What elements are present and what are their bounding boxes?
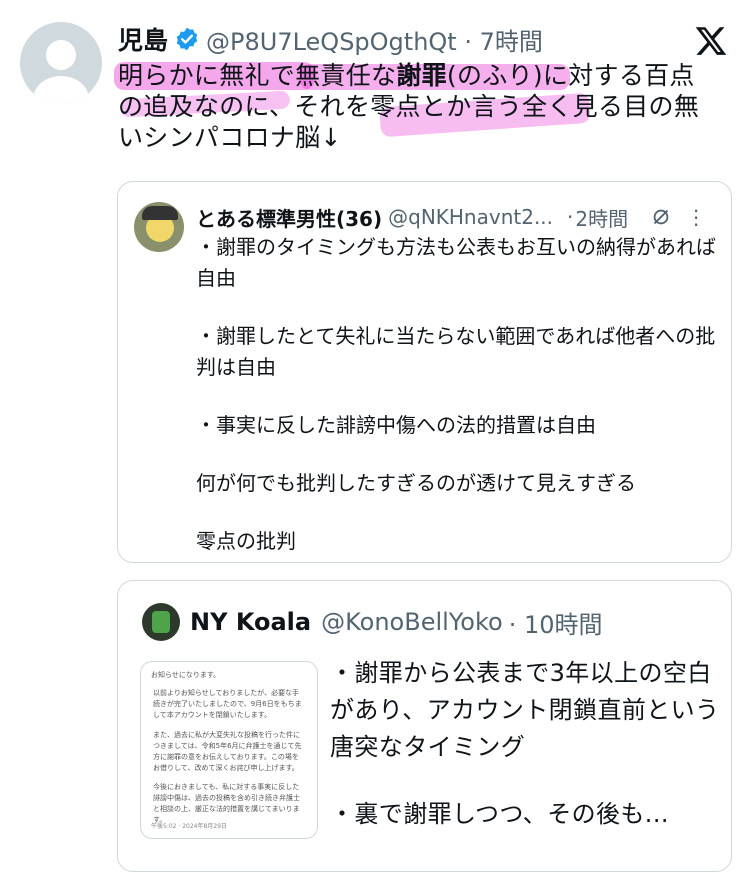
quote2-text: ・謝罪から公表まで3年以上の空白があり、アカウント閉鎖直前という唐突なタイミング…: [330, 655, 720, 833]
tweet-text-line: 明らかに無礼で無責任な謝罪(のふり)に対する百点: [118, 61, 695, 90]
author-avatar[interactable]: [20, 22, 102, 104]
quote2-time[interactable]: · 10時間: [509, 605, 603, 640]
quote2-author-name[interactable]: NY Koala: [190, 608, 311, 636]
tweet-header: 児島 @P8U7LeQSpOgthQt · 7時間: [118, 20, 690, 58]
quote1-paragraph: ・謝罪したとて失礼に当たらない範囲であれば他者への批判は自由: [196, 324, 716, 379]
author-handle-time[interactable]: @P8U7LeQSpOgthQt · 7時間: [206, 22, 543, 57]
quote1-paragraph: ・謝罪のタイミングも方法も公表もお互いの納得があれば自由: [196, 235, 716, 290]
avatar-hair: [142, 206, 178, 220]
quote1-paragraph: ・事実に反した誹謗中傷への法的措置は自由: [196, 413, 596, 437]
doc-paragraph: また、過去に私が大変失礼な投稿を行った件につきましては、令和5年6月に弁護士を通…: [153, 731, 302, 772]
tweet-text: 明らかに無礼で無責任な謝罪(のふり)に対する百点 の追及なのに、それを零点とか言…: [118, 60, 728, 153]
quote1-author-name[interactable]: とある標準男性(36): [196, 203, 382, 232]
doc-title: お知らせになります。: [151, 671, 221, 679]
doc-footer: 午後5:02 · 2024年8月29日: [151, 823, 227, 830]
verified-badge-icon: [176, 27, 198, 51]
x-logo-icon[interactable]: [694, 24, 728, 58]
quote1-header: とある標準男性(36) @qNKHnavnt2... · 2時間 ⋮: [196, 202, 717, 232]
grok-icon[interactable]: [650, 206, 672, 228]
tweet-text-line: いシンパコロナ脳↓: [118, 123, 342, 152]
quote1-avatar[interactable]: [134, 202, 184, 252]
quote2-handle[interactable]: @KonoBellYoko: [321, 608, 503, 636]
quote1-handle[interactable]: @qNKHnavnt2...: [388, 205, 553, 229]
quote2-paragraph: ・裏で謝罪しつつ、その後も...: [330, 800, 669, 828]
more-options-icon[interactable]: ⋮: [686, 205, 706, 229]
avatar-detail: [152, 611, 170, 633]
quoted-tweet-2[interactable]: NY Koala @KonoBellYoko · 10時間 お知らせになります。…: [117, 580, 732, 872]
quote1-paragraph: 零点の批判: [196, 529, 296, 553]
quote1-separator: ·: [567, 205, 574, 229]
default-avatar-head: [46, 40, 76, 70]
tweet-text-line: の追及なのに、それを零点とか言う全く見る目の無: [118, 92, 700, 121]
doc-paragraph: 以前よりお知らせしておりましたが、必要な手続きが完了いたしましたので、9月6日を…: [153, 689, 302, 719]
doc-paragraph: 今後におきましても、私に対する事実に反した誹謗中傷は、過去の投稿を含め引き続き弁…: [153, 783, 300, 824]
quote1-time[interactable]: 2時間: [575, 203, 628, 232]
quote2-paragraph: ・謝罪から公表まで3年以上の空白があり、アカウント閉鎖直前という唐突なタイミング: [330, 659, 720, 761]
author-name[interactable]: 児島: [118, 21, 168, 57]
attached-document-image[interactable]: お知らせになります。 以前よりお知らせしておりましたが、必要な手続きが完了いたし…: [140, 661, 318, 839]
quoted-tweet-1[interactable]: とある標準男性(36) @qNKHnavnt2... · 2時間 ⋮ ・謝罪のタ…: [117, 181, 732, 563]
quote1-paragraph: 何が何でも批判したすぎるのが透けて見えすぎる: [196, 471, 636, 495]
quote2-header: NY Koala @KonoBellYoko · 10時間: [190, 605, 717, 639]
quote1-text: ・謝罪のタイミングも方法も公表もお互いの納得があれば自由 ・謝罪したとて失礼に当…: [196, 232, 716, 557]
quote2-avatar[interactable]: [142, 603, 180, 641]
default-avatar-body: [33, 76, 89, 104]
